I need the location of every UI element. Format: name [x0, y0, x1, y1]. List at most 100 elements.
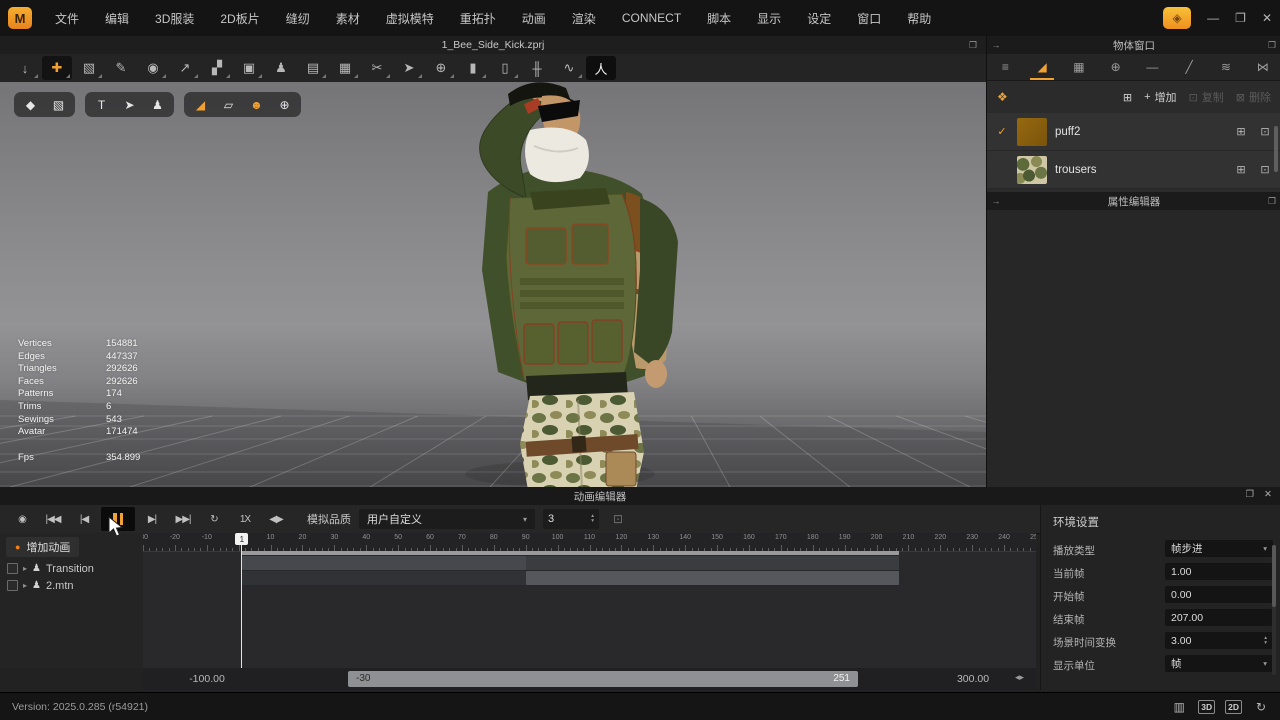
substeps-spinner[interactable]: 3▴▾	[543, 509, 599, 529]
spinner-arrows-icon[interactable]: ▴▾	[591, 514, 594, 524]
start-frame-field[interactable]: 0.00	[1165, 586, 1273, 603]
wireframe-view-icon[interactable]: ⊕	[275, 95, 294, 114]
surface-view-icon[interactable]: ▱	[219, 95, 238, 114]
show-tack-icon[interactable]: ➤	[120, 95, 139, 114]
menu-item-script[interactable]: 脚本	[694, 10, 744, 27]
flatten-arrow-tool[interactable]: ➤	[394, 56, 424, 80]
simulate-drop-tool[interactable]: ↓	[10, 56, 40, 80]
menu-item-retopology[interactable]: 重拓扑	[447, 10, 509, 27]
float-panel-icon[interactable]: ❐	[1263, 196, 1280, 207]
float-panel-icon[interactable]: ❐	[1246, 489, 1255, 500]
sync-icon[interactable]: ↻	[1252, 699, 1270, 715]
go-start-button[interactable]: |◀◀	[39, 508, 67, 530]
menu-item-window[interactable]: 窗口	[844, 10, 894, 27]
2d-window-icon[interactable]: 2D	[1225, 700, 1242, 714]
avatar-skin-view-icon[interactable]: ☻	[247, 95, 266, 114]
spin-down-icon[interactable]: ▾	[591, 519, 594, 524]
gizmo-orientation-tool[interactable]: ⊕	[426, 56, 456, 80]
thick-garment-icon[interactable]: ▧	[49, 95, 68, 114]
float-panel-icon[interactable]: ❐	[1263, 40, 1280, 51]
clone-icon[interactable]: ⊡	[1257, 163, 1273, 176]
prev-frame-button[interactable]: |◀	[70, 508, 98, 530]
tab-buttonhole[interactable]: —	[1134, 54, 1171, 80]
speed-button[interactable]: 1X	[231, 508, 259, 530]
transform-icon[interactable]: ⊞	[1233, 125, 1249, 138]
strap-curve-tool[interactable]: ∿	[554, 56, 584, 80]
animation-clip[interactable]	[526, 571, 899, 585]
menu-item-settings[interactable]: 设定	[794, 10, 844, 27]
menu-item-animation[interactable]: 动画	[509, 10, 559, 27]
animation-clip[interactable]	[526, 556, 899, 570]
retopo-grid-tool[interactable]: ▦	[330, 56, 360, 80]
loop-button[interactable]: ↻	[200, 508, 228, 530]
settings-scrollbar[interactable]	[1272, 545, 1276, 675]
range-scroll-thumb[interactable]: -30 251	[348, 671, 858, 687]
menu-item-sewing[interactable]: 缝纫	[273, 10, 323, 27]
brush-select-tool[interactable]: ✎	[106, 56, 136, 80]
select-pin-tool[interactable]: ◉	[138, 56, 168, 80]
timeline-ruler[interactable]: -30-20-100102030405060708090100110120130…	[143, 533, 1036, 552]
track-checkbox[interactable]	[7, 563, 18, 574]
fit-range-icon[interactable]: ◂▸	[1015, 672, 1024, 683]
add-animation-button[interactable]: ● 增加动画	[6, 537, 79, 557]
tab-button[interactable]: ⊕	[1097, 54, 1134, 80]
panel-outline-tool[interactable]: ▯	[490, 56, 520, 80]
track-checkbox[interactable]	[7, 580, 18, 591]
fabric-list-item[interactable]: ✓puff2⊞⊡	[987, 113, 1280, 151]
split-view-icon[interactable]: ▥	[1170, 699, 1188, 715]
expand-caret-icon[interactable]: ▸	[23, 581, 27, 590]
scene-time-warp-field[interactable]: 3.00▴▾	[1165, 632, 1273, 649]
simulation-quality-dropdown[interactable]: 用户自定义▾	[359, 509, 535, 529]
fit-timeline-icon[interactable]: ⊡	[613, 512, 623, 526]
play-type-dropdown[interactable]: 帧步进▾	[1165, 540, 1273, 557]
clone-icon[interactable]: ⊡	[1257, 125, 1273, 138]
tab-zipper[interactable]: ⋈	[1244, 54, 1280, 80]
3d-window-icon[interactable]: 3D	[1198, 700, 1215, 714]
close-panel-icon[interactable]: ✕	[1264, 489, 1272, 500]
animation-track-row[interactable]: ▸♟Transition	[0, 560, 143, 577]
window-minimize-button[interactable]: —	[1207, 7, 1219, 29]
collapse-arrow-icon[interactable]: →	[987, 40, 1005, 50]
expand-caret-icon[interactable]: ▸	[23, 564, 27, 573]
list-scrollbar[interactable]	[1274, 126, 1278, 172]
playhead-line[interactable]	[241, 533, 242, 668]
solidify-box-tool[interactable]: ▣	[234, 56, 264, 80]
tab-topstitch[interactable]: ╱	[1171, 54, 1208, 80]
animation-clip[interactable]	[242, 571, 526, 585]
transform-icon[interactable]: ⊞	[1233, 163, 1249, 176]
tab-puckering[interactable]: ≋	[1208, 54, 1245, 80]
animation-track-row[interactable]: ▸♟2.mtn	[0, 577, 143, 594]
display-unit-dropdown[interactable]: 帧▾	[1165, 655, 1273, 672]
tab-scene-list[interactable]: ≡	[987, 54, 1024, 80]
menu-item-3d-garment[interactable]: 3D服装	[142, 10, 207, 27]
menu-item-material[interactable]: 素材	[323, 10, 373, 27]
box-select-tool[interactable]: ▧	[74, 56, 104, 80]
window-close-button[interactable]: ✕	[1262, 7, 1272, 29]
menu-item-render[interactable]: 渲染	[559, 10, 609, 27]
avatar-figure[interactable]	[430, 82, 690, 487]
window-restore-button[interactable]: ❐	[1235, 7, 1246, 29]
tab-graphic[interactable]: ▦	[1061, 54, 1098, 80]
add-folder-button[interactable]: ⊞	[1123, 91, 1132, 104]
menu-item-help[interactable]: 帮助	[894, 10, 944, 27]
scissors-tool[interactable]: ✂	[362, 56, 392, 80]
menu-item-connect[interactable]: CONNECT	[609, 11, 694, 25]
panel-solid-tool[interactable]: ▮	[458, 56, 488, 80]
show-garment-icon[interactable]: T	[92, 95, 111, 114]
3d-viewport[interactable]: ◆▧T➤♟◢▱☻⊕ Vertices154881Edges447337Trian…	[0, 82, 986, 487]
move-gizmo-tool[interactable]: ✚	[42, 56, 72, 80]
menu-item-2d-pattern[interactable]: 2D板片	[207, 10, 272, 27]
hanger-tool[interactable]: ╫	[522, 56, 552, 80]
sewing-machine-tool[interactable]: ▤	[298, 56, 328, 80]
add-button[interactable]: +增加	[1144, 89, 1176, 105]
menu-item-file[interactable]: 文件	[42, 10, 92, 27]
spinner-arrows-icon[interactable]: ▴▾	[1264, 636, 1267, 646]
menu-item-edit[interactable]: 编辑	[92, 10, 142, 27]
document-tab[interactable]: 1_Bee_Side_Kick.zprj	[442, 39, 545, 51]
avatar-pose-tool[interactable]: ♟	[266, 56, 296, 80]
animation-clip[interactable]	[242, 556, 526, 570]
fabric-list-item[interactable]: trousers⊞⊡	[987, 151, 1280, 189]
playhead-flag[interactable]: 1	[235, 533, 248, 545]
go-end-button[interactable]: ▶▶|	[169, 508, 197, 530]
show-avatar-icon[interactable]: ♟	[148, 95, 167, 114]
